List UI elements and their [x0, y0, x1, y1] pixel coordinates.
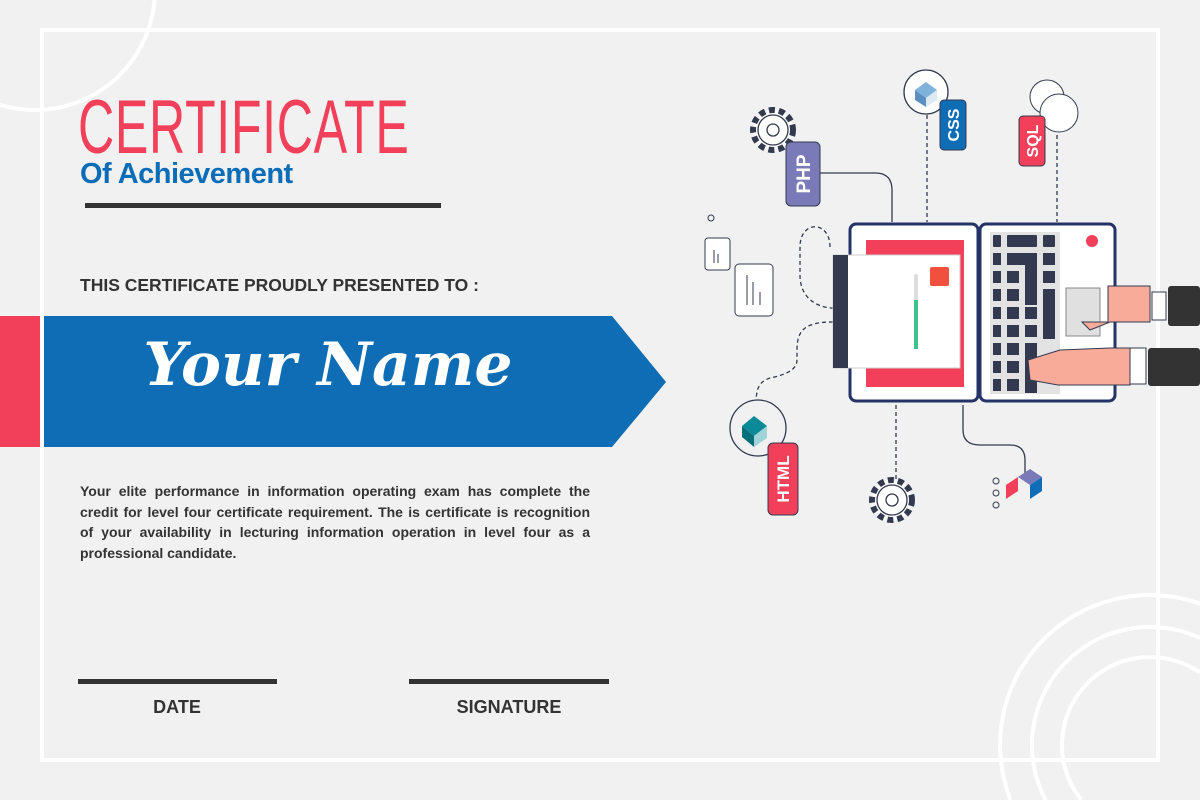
css-tag: CSS [946, 108, 963, 141]
banner-accent [0, 316, 40, 447]
signature-label: SIGNATURE [456, 697, 562, 717]
php-tag: PHP [794, 154, 815, 193]
date-label: DATE [153, 697, 201, 717]
title-divider [85, 203, 441, 208]
signature-line [409, 679, 609, 684]
date-line [78, 679, 277, 684]
certificate-subtitle: Of Achievement [80, 158, 293, 190]
html-tag: HTML [774, 455, 793, 502]
sql-tag: SQL [1025, 124, 1042, 157]
recipient-name: Your Name [143, 330, 513, 400]
certificate-title: CERTIFICATE [78, 85, 410, 170]
gear-icon [869, 477, 915, 523]
presented-to-label: THIS CERTIFICATE PROUDLY PRESENTED TO : [80, 275, 479, 295]
certificate-body: Your elite performance in information op… [80, 483, 590, 561]
laptop-illustration: PHP CSS SQL HTML [704, 69, 1200, 523]
